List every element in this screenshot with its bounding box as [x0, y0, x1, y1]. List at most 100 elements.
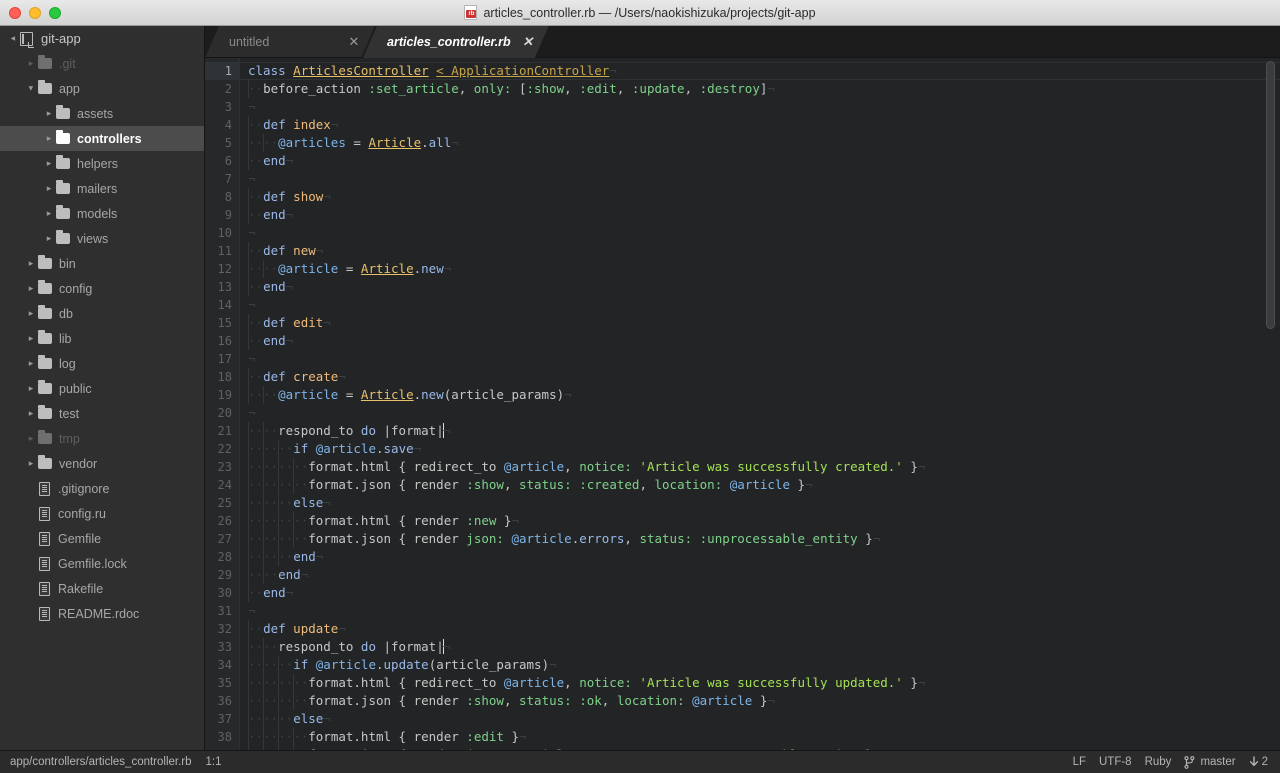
tree-item-rakefile[interactable]: ▸Rakefile [0, 576, 204, 601]
code-line[interactable]: ····@articles = Article.all¬ [248, 134, 1280, 152]
line-number[interactable]: 12 [205, 260, 239, 278]
maximize-window-button[interactable] [49, 6, 61, 19]
code-line[interactable]: ······end¬ [248, 548, 1280, 566]
chevron-right-icon[interactable]: ▸ [24, 284, 38, 293]
line-number[interactable]: 24 [205, 476, 239, 494]
code-line[interactable]: ¬ [248, 224, 1280, 242]
line-number[interactable]: 20 [205, 404, 239, 422]
line-number[interactable]: 2 [205, 80, 239, 98]
line-number[interactable]: 8 [205, 188, 239, 206]
line-number[interactable]: 11 [205, 242, 239, 260]
tree-item-config[interactable]: ▸ config [0, 276, 204, 301]
code-line[interactable]: ········format.html { redirect_to @artic… [248, 674, 1280, 692]
tree-item-project-root[interactable]: ▾ git-app [0, 26, 204, 51]
tree-item-config-ru[interactable]: ▸config.ru [0, 501, 204, 526]
code-line[interactable]: ··def new¬ [248, 242, 1280, 260]
line-number[interactable]: 7 [205, 170, 239, 188]
code-line[interactable]: ¬ [248, 602, 1280, 620]
chevron-right-icon[interactable]: ▸ [42, 234, 56, 243]
line-number[interactable]: 33 [205, 638, 239, 656]
chevron-right-icon[interactable]: ▸ [24, 309, 38, 318]
code-line[interactable]: ··before_action :set_article, only: [:sh… [248, 80, 1280, 98]
chevron-right-icon[interactable]: ▸ [24, 259, 38, 268]
code-line[interactable]: ··def index¬ [248, 116, 1280, 134]
chevron-right-icon[interactable]: ▸ [42, 109, 56, 118]
minimize-window-button[interactable] [29, 6, 41, 19]
chevron-right-icon[interactable]: ▸ [24, 459, 38, 468]
line-number[interactable]: 14 [205, 296, 239, 314]
tree-item-db[interactable]: ▸ db [0, 301, 204, 326]
line-number[interactable]: 38 [205, 728, 239, 746]
code-line[interactable]: ··def show¬ [248, 188, 1280, 206]
tree-item-views[interactable]: ▸ views [0, 226, 204, 251]
close-window-button[interactable] [9, 6, 21, 19]
code-line[interactable]: ······else¬ [248, 494, 1280, 512]
tree-item-public[interactable]: ▸ public [0, 376, 204, 401]
tree-item-gemfile[interactable]: ▸Gemfile [0, 526, 204, 551]
chevron-right-icon[interactable]: ▸ [24, 359, 38, 368]
line-number[interactable]: 35 [205, 674, 239, 692]
code-line[interactable]: ··end¬ [248, 332, 1280, 350]
tree-item-helpers[interactable]: ▸ helpers [0, 151, 204, 176]
code-line[interactable]: ····@article = Article.new¬ [248, 260, 1280, 278]
line-number[interactable]: 22 [205, 440, 239, 458]
tree-item-git[interactable]: ▸ .git [0, 51, 204, 76]
vertical-scrollbar[interactable] [1266, 61, 1275, 329]
status-file-path[interactable]: app/controllers/articles_controller.rb [10, 756, 192, 768]
chevron-right-icon[interactable]: ▸ [42, 159, 56, 168]
code-line[interactable]: ········format.json { render :show, stat… [248, 692, 1280, 710]
line-number[interactable]: 26 [205, 512, 239, 530]
code-line[interactable]: ····end¬ [248, 566, 1280, 584]
tree-item-app[interactable]: ▸ app [0, 76, 204, 101]
status-git-branch[interactable]: master [1184, 755, 1236, 769]
line-number[interactable]: 25 [205, 494, 239, 512]
line-number[interactable]: 28 [205, 548, 239, 566]
code-line[interactable]: ··def edit¬ [248, 314, 1280, 332]
tab-untitled[interactable]: untitled ✕ [205, 26, 375, 58]
line-number[interactable]: 32 [205, 620, 239, 638]
code-line[interactable]: ········format.html { render :edit }¬ [248, 728, 1280, 746]
code-line[interactable]: ··def update¬ [248, 620, 1280, 638]
status-cursor-position[interactable]: 1:1 [206, 756, 222, 768]
code-line[interactable]: ¬ [248, 404, 1280, 422]
line-number[interactable]: 18 [205, 368, 239, 386]
chevron-right-icon[interactable]: ▸ [24, 334, 38, 343]
code-line[interactable]: ······if @article.update(article_params)… [248, 656, 1280, 674]
code-line[interactable]: class ArticlesController < ApplicationCo… [240, 62, 1280, 80]
tree-item-assets[interactable]: ▸ assets [0, 101, 204, 126]
chevron-right-icon[interactable]: ▸ [42, 134, 56, 143]
tree-item-test[interactable]: ▸ test [0, 401, 204, 426]
tree-item-gitignore[interactable]: ▸.gitignore [0, 476, 204, 501]
code-line[interactable]: ········format.json { render json: @arti… [248, 530, 1280, 548]
line-number[interactable]: 10 [205, 224, 239, 242]
code-line[interactable]: ··def create¬ [248, 368, 1280, 386]
code-line[interactable]: ········format.html { render :new }¬ [248, 512, 1280, 530]
line-number[interactable]: 36 [205, 692, 239, 710]
status-grammar[interactable]: Ruby [1145, 756, 1172, 768]
code-line[interactable]: ··end¬ [248, 152, 1280, 170]
line-number[interactable]: 3 [205, 98, 239, 116]
code-line[interactable]: ········format.json { render :show, stat… [248, 476, 1280, 494]
line-number[interactable]: 15 [205, 314, 239, 332]
tree-item-log[interactable]: ▸ log [0, 351, 204, 376]
line-number[interactable]: 34 [205, 656, 239, 674]
chevron-down-icon[interactable]: ▸ [27, 82, 37, 96]
status-line-ending[interactable]: LF [1073, 756, 1086, 768]
tab-articles-controller-rb[interactable]: articles_controller.rb ✕ [363, 26, 549, 58]
code-line[interactable]: ········format.html { redirect_to @artic… [248, 458, 1280, 476]
code-line[interactable]: ····respond_to do |format|¬ [248, 638, 1280, 656]
code-line[interactable]: ··end¬ [248, 278, 1280, 296]
line-number[interactable]: 23 [205, 458, 239, 476]
code-line[interactable]: ¬ [248, 296, 1280, 314]
line-number[interactable]: 6 [205, 152, 239, 170]
line-number[interactable]: 16 [205, 332, 239, 350]
line-number[interactable]: 21 [205, 422, 239, 440]
tree-item-readme-rdoc[interactable]: ▸README.rdoc [0, 601, 204, 626]
line-number[interactable]: 13 [205, 278, 239, 296]
code-line[interactable]: ······if @article.save¬ [248, 440, 1280, 458]
tree-item-models[interactable]: ▸ models [0, 201, 204, 226]
code-line[interactable]: ¬ [248, 170, 1280, 188]
chevron-right-icon[interactable]: ▸ [24, 59, 38, 68]
code-line[interactable]: ····respond_to do |format|¬ [248, 422, 1280, 440]
tree-item-gemfile-lock[interactable]: ▸Gemfile.lock [0, 551, 204, 576]
